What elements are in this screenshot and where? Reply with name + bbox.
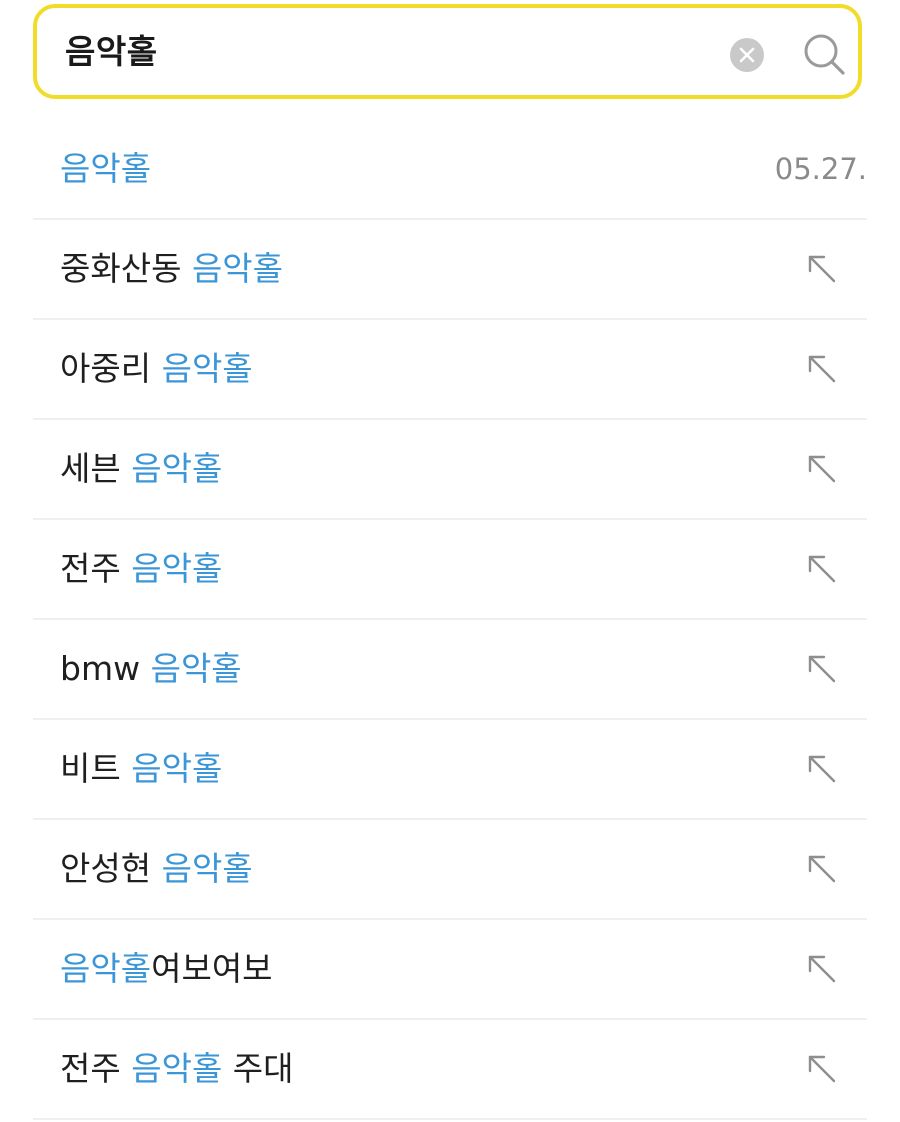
suggestion-row[interactable]: 비트 음악홀 (33, 720, 867, 820)
suggestion-prefix: 아중리 (60, 349, 162, 388)
suggestion-text: bmw 음악홀 (60, 620, 242, 718)
suggestion-row[interactable]: bmw 음악홀 (33, 620, 867, 720)
suggestion-text: 비트 음악홀 (60, 720, 222, 818)
suggestion-text: 중화산동 음악홀 (60, 220, 283, 318)
suggestion-text: 음악홀여보여보 (60, 920, 273, 1018)
suggestion-match: 음악홀 (60, 949, 152, 988)
suggestion-row[interactable]: 안성현 음악홀 (33, 820, 867, 920)
recent-search-text: 음악홀 (60, 149, 152, 188)
suggestion-match: 음악홀 (131, 1049, 223, 1088)
suggestion-row[interactable]: 아중리 음악홀 (33, 320, 867, 420)
suggestion-row[interactable]: 중화산동 음악홀 (33, 220, 867, 320)
suggestion-prefix: 세븐 (60, 449, 132, 488)
fill-query-arrow-icon[interactable] (807, 554, 837, 584)
suggestion-prefix: 전주 (60, 549, 132, 588)
suggestion-match: 음악홀 (131, 749, 223, 788)
fill-query-arrow-icon[interactable] (807, 954, 837, 984)
search-input[interactable]: 음악홀 (65, 8, 158, 95)
suggestion-row[interactable]: 전주 음악홀 (33, 520, 867, 620)
suggestion-match: 음악홀 (131, 449, 223, 488)
clear-icon[interactable] (730, 38, 764, 72)
suggestion-match: 음악홀 (131, 549, 223, 588)
suggestion-text: 전주 음악홀 주대 (60, 1020, 294, 1118)
suggestion-prefix: 비트 (60, 749, 132, 788)
recent-search-row[interactable]: 음악홀 05.27. (33, 120, 867, 220)
suggestion-prefix: 안성현 (60, 849, 162, 888)
suggestion-text: 세븐 음악홀 (60, 420, 222, 518)
suggestion-prefix: 전주 (60, 1049, 132, 1088)
fill-query-arrow-icon[interactable] (807, 254, 837, 284)
suggestion-prefix: 중화산동 (60, 249, 192, 288)
suggestion-row[interactable]: 음악홀여보여보 (33, 920, 867, 1020)
fill-query-arrow-icon[interactable] (807, 654, 837, 684)
suggestion-match: 음악홀 (161, 849, 253, 888)
fill-query-arrow-icon[interactable] (807, 854, 837, 884)
suggestion-prefix: bmw (60, 649, 151, 688)
suggestion-match: 음악홀 (161, 349, 253, 388)
fill-query-arrow-icon[interactable] (807, 454, 837, 484)
fill-query-arrow-icon[interactable] (807, 1054, 837, 1084)
suggestion-suffix: 주대 (222, 1049, 294, 1088)
recent-search-date: 05.27. (774, 152, 867, 186)
suggestion-list: 음악홀 05.27. 중화산동 음악홀 아중리 음악홀 세븐 음악홀 전주 음악홀 bm… (33, 120, 867, 1120)
suggestion-row[interactable]: 세븐 음악홀 (33, 420, 867, 520)
suggestion-match: 음악홀 (150, 649, 242, 688)
suggestion-row[interactable]: 전주 음악홀 주대 (33, 1020, 867, 1120)
suggestion-match: 음악홀 (191, 249, 284, 288)
suggestion-text: 아중리 음악홀 (60, 320, 253, 418)
suggestion-text: 전주 음악홀 (60, 520, 222, 618)
search-box[interactable]: 음악홀 (33, 4, 862, 99)
fill-query-arrow-icon[interactable] (807, 354, 837, 384)
suggestion-text: 안성현 음악홀 (60, 820, 253, 918)
search-icon[interactable] (800, 30, 848, 78)
suggestion-suffix: 여보여보 (151, 949, 273, 988)
fill-query-arrow-icon[interactable] (807, 754, 837, 784)
